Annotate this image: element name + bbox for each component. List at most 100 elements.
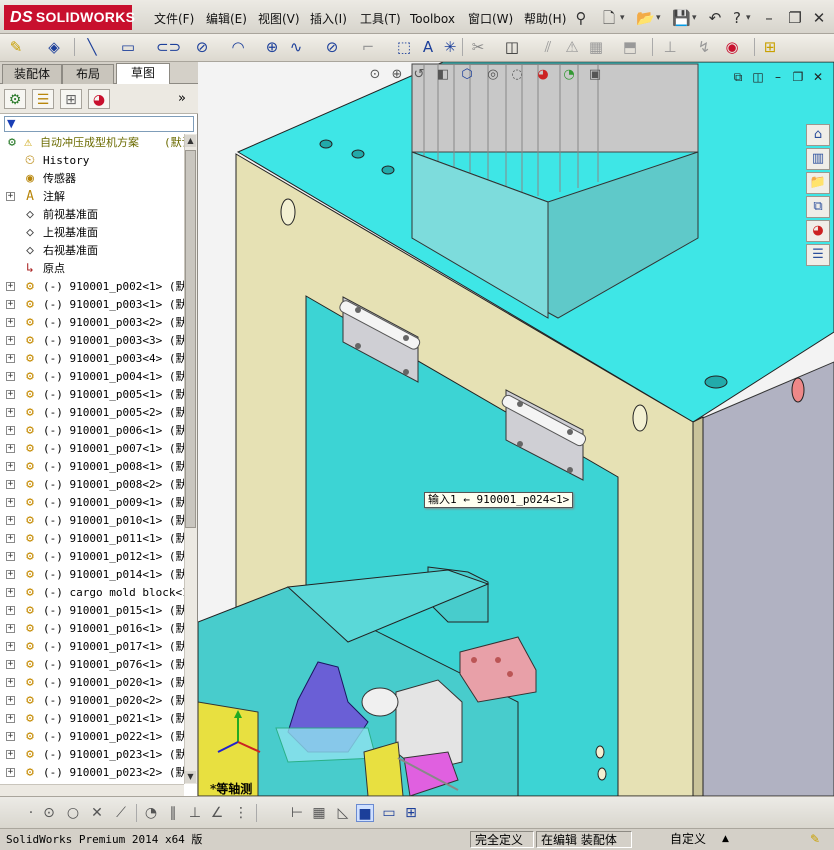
expand-toggle-icon[interactable]: + [6,750,15,759]
new-document-icon[interactable]: 🗋 [600,9,618,27]
scroll-up-icon[interactable]: ▲ [185,135,196,147]
zoom-area-icon[interactable]: ⊕ [388,66,406,84]
polygon-icon[interactable]: ⊕ [262,37,282,57]
expand-toggle-icon[interactable]: + [6,408,15,417]
view-orientation-icon[interactable]: ⬡ [458,66,476,84]
expand-toggle-icon[interactable]: + [6,678,15,687]
scene-icon[interactable]: ◔ [560,66,578,84]
split-icon[interactable]: ◫ [748,70,768,84]
expand-toggle-icon[interactable]: + [6,498,15,507]
close-icon[interactable]: ✕ [810,9,828,27]
expand-toggle-icon[interactable]: + [6,462,15,471]
arc-icon[interactable]: ◠ [228,37,248,57]
expand-toggle-icon[interactable]: + [6,192,15,201]
move-entities-icon[interactable]: ⬒ [620,37,640,57]
expand-toggle-icon[interactable]: + [6,426,15,435]
grid-snap-icon[interactable]: ⋮ [232,804,250,822]
point-icon[interactable]: · [22,804,40,822]
expand-toggle-icon[interactable]: + [6,714,15,723]
slot-icon[interactable]: ⊂⊃ [156,37,181,57]
zoom-to-fit-icon[interactable]: ⊙ [366,66,384,84]
mirror-icon[interactable]: ⚠ [562,37,582,57]
menu-file[interactable]: 文件(F) [152,10,196,28]
file-explorer-icon[interactable]: ⧉ [806,196,830,218]
close-icon[interactable]: ✕ [808,70,828,84]
sketch-icon[interactable]: ✎ [6,37,26,57]
expand-toggle-icon[interactable]: + [6,588,15,597]
angle-icon[interactable]: ∠ [208,804,226,822]
intersection-icon[interactable]: ✕ [88,804,106,822]
expand-toggle-icon[interactable]: + [6,768,15,777]
minimize-icon[interactable]: – [768,70,788,84]
spline-icon[interactable]: ∿ [286,37,306,57]
open-folder-icon[interactable]: 📂 [636,9,655,27]
expand-toggle-icon[interactable]: + [6,300,15,309]
offset-icon[interactable]: ⫽ [538,37,558,57]
tree-hscrollbar[interactable] [0,784,184,796]
plane-icon[interactable]: ⬚ [394,37,414,57]
menu-tools[interactable]: 工具(T) [358,10,403,28]
chevron-down-icon[interactable]: ▾ [746,13,751,23]
expand-toggle-icon[interactable]: + [6,282,15,291]
linear-pattern-icon[interactable]: ▦ [586,37,606,57]
units-selector[interactable]: 自定义 [666,831,710,848]
fillet-icon[interactable]: ⌐ [358,37,378,57]
scroll-down-icon[interactable]: ▼ [185,771,196,783]
tab-assembly[interactable]: 装配体 [2,64,62,84]
grid-icon[interactable]: ▦ [310,804,328,822]
appearance-icon[interactable]: ◕ [534,66,552,84]
configuration-manager-icon[interactable]: ⊞ [60,89,82,109]
single-view-icon[interactable]: ▭ [380,804,398,822]
expand-toggle-icon[interactable]: + [6,444,15,453]
menu-help[interactable]: 帮助(H) [522,10,568,28]
ellipse-icon[interactable]: ⊘ [322,37,342,57]
line-icon[interactable]: ╲ [82,37,102,57]
convert-entities-icon[interactable]: ◫ [502,37,522,57]
quadrant-icon[interactable]: ◔ [142,804,160,822]
view-settings-icon[interactable]: ▣ [586,66,604,84]
previous-view-icon[interactable]: ↺ [410,66,428,84]
expand-toggle-icon[interactable]: + [6,552,15,561]
solidworks-logo[interactable]: DS SOLIDWORKS [4,5,135,30]
minimize-icon[interactable]: – [760,9,778,27]
expand-toggle-icon[interactable]: + [6,390,15,399]
circle-icon[interactable]: ○ [64,804,82,822]
menu-view[interactable]: 视图(V) [256,10,302,28]
rebuild-icon[interactable]: ✎ [806,831,824,848]
box-view-icon[interactable]: ■ [356,804,374,822]
expand-toggle-icon[interactable]: + [6,570,15,579]
rapid-sketch-icon[interactable]: ⊞ [760,37,780,57]
circle-icon[interactable]: ⊘ [192,37,212,57]
length-icon[interactable]: ⊢ [288,804,306,822]
tile-icon[interactable]: ⧉ [728,70,748,85]
pin-icon[interactable]: ⚲ [572,9,590,27]
expand-toggle-icon[interactable]: + [6,336,15,345]
expand-toggle-icon[interactable]: + [6,480,15,489]
tab-sketch[interactable]: 草图 [116,63,170,85]
property-manager-icon[interactable]: ☰ [32,89,54,109]
expand-toggle-icon[interactable]: + [6,354,15,363]
appearances-icon[interactable]: ◕ [806,220,830,242]
expand-toggle-icon[interactable]: + [6,696,15,705]
center-point-icon[interactable]: ⊙ [40,804,58,822]
scrollbar-thumb[interactable] [185,150,196,528]
expand-toggle-icon[interactable]: + [6,624,15,633]
restore-icon[interactable]: ❐ [788,70,808,84]
home-icon[interactable]: ⌂ [806,124,830,146]
expand-toggle-icon[interactable]: + [6,606,15,615]
feature-manager-icon[interactable]: ⚙ [4,89,26,109]
point-icon[interactable]: ✳ [440,37,460,57]
chevron-up-icon[interactable]: ▲ [718,831,733,848]
four-view-icon[interactable]: ⊞ [402,804,420,822]
triangle-icon[interactable]: ◺ [334,804,352,822]
resources-icon[interactable]: ▥ [806,148,830,170]
expand-toggle-icon[interactable]: + [6,372,15,381]
menu-window[interactable]: 窗口(W) [466,10,515,28]
tree-filter-input[interactable]: ▼ [4,116,194,132]
expand-arrows-icon[interactable]: » [178,91,186,106]
custom-properties-icon[interactable]: ☰ [806,244,830,266]
hide-show-icon[interactable]: ◌ [508,66,526,84]
graphics-area[interactable]: ⊙ ⊕ ↺ ◧ ⬡ ◎ ◌ ◕ ◔ ▣ ⧉ ◫ – ❐ ✕ ⌂ ▥ 📁 ⧉ ◕ ☰ 输入… [198,62,834,796]
smart-dimension-icon[interactable]: ◈ [44,37,64,57]
menu-insert[interactable]: 插入(I) [308,10,349,28]
